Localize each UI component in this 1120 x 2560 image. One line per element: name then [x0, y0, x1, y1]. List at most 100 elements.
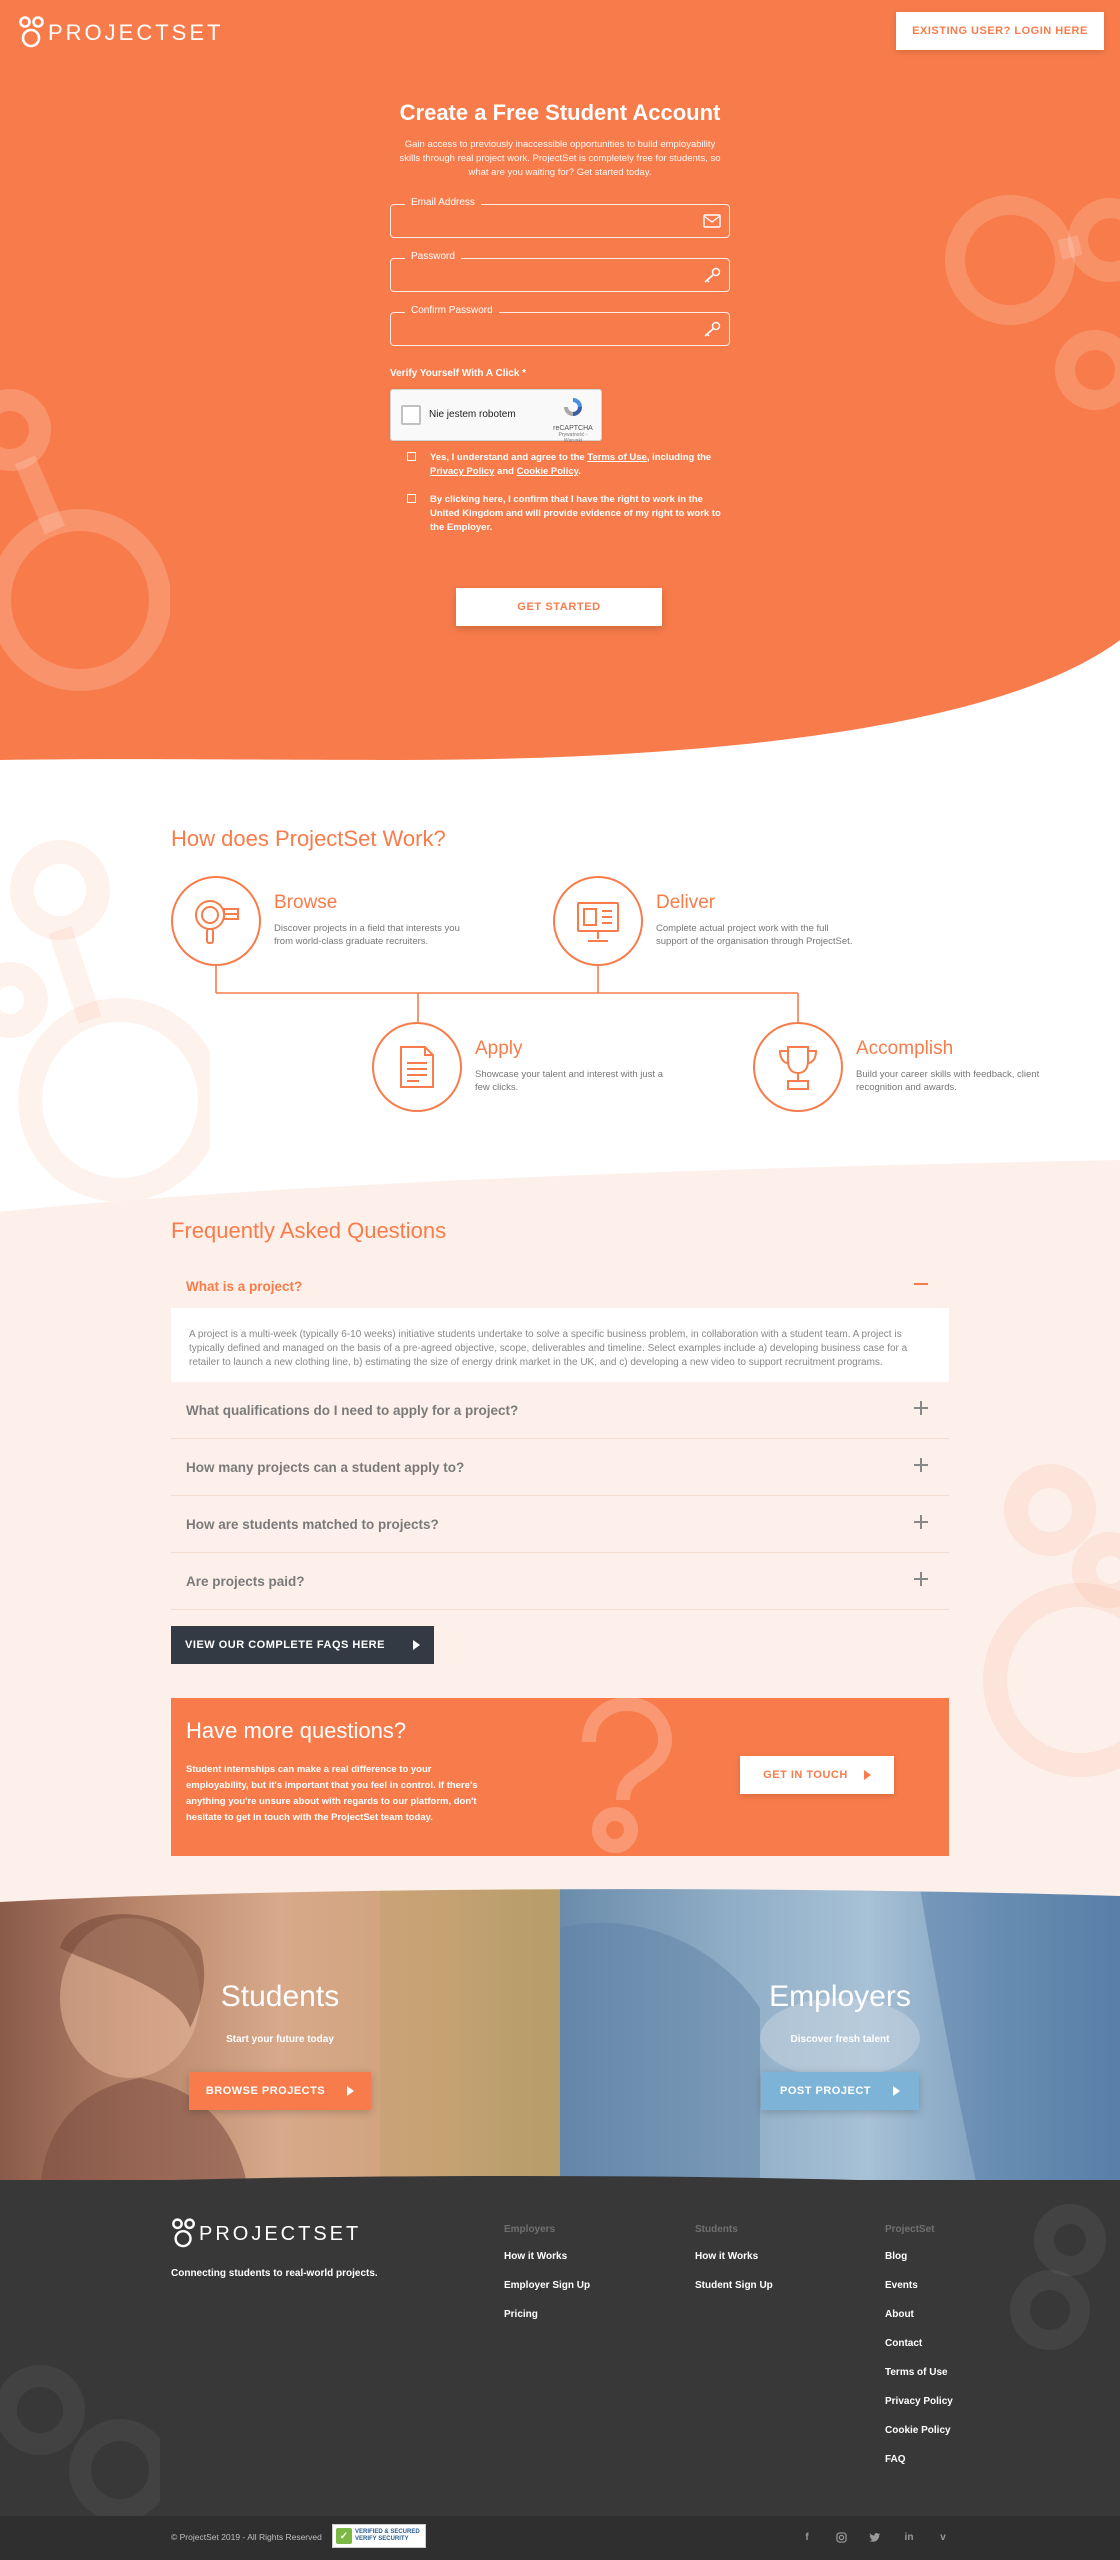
faq-item[interactable]: What is a project?	[171, 1268, 949, 1308]
terms-checkbox[interactable]	[407, 452, 416, 461]
faq-item[interactable]: How many projects can a student apply to…	[171, 1439, 949, 1496]
footer-tagline: Connecting students to real-world projec…	[171, 2268, 378, 2279]
footer-link[interactable]: Cookie Policy	[885, 2425, 953, 2454]
footer-link[interactable]: About	[885, 2309, 953, 2338]
footer-link[interactable]: Student Sign Up	[695, 2280, 773, 2309]
footer-link[interactable]: Contact	[885, 2338, 953, 2367]
minus-icon[interactable]	[911, 1274, 931, 1294]
faq-section: Frequently Asked Questions What is a pro…	[0, 1200, 1120, 1900]
linkedin-icon[interactable]: in	[902, 2530, 916, 2544]
email-label: Email Address	[405, 197, 481, 208]
plus-icon[interactable]	[911, 1455, 931, 1475]
right-to-work-checkbox[interactable]	[407, 494, 416, 503]
get-in-touch-button[interactable]: GET IN TOUCH	[740, 1756, 894, 1794]
footer-logo[interactable]: PROJECTSET	[171, 2218, 361, 2250]
footer-link[interactable]: How it Works	[695, 2251, 773, 2280]
copyright: © ProjectSet 2019 - All Rights Reserved	[171, 2532, 322, 2542]
plus-icon[interactable]	[911, 1398, 931, 1418]
faq-question[interactable]: How many projects can a student apply to…	[186, 1460, 464, 1475]
hero-section: PROJECTSET EXISTING USER? LOGIN HERE Cre…	[0, 0, 1120, 760]
twitter-icon[interactable]	[868, 2530, 882, 2544]
how-title: How does ProjectSet Work?	[171, 826, 446, 851]
privacy-policy-link[interactable]: Privacy Policy	[430, 466, 494, 477]
password-field[interactable]: Password	[390, 251, 730, 292]
email-field[interactable]: Email Address	[390, 197, 730, 238]
vimeo-icon[interactable]: v	[936, 2530, 950, 2544]
verify-label: Verify Yourself With A Click *	[390, 368, 527, 379]
recaptcha-terms[interactable]: Prywatność - Warunki	[553, 432, 593, 444]
step-circle	[553, 876, 643, 966]
footer-link[interactable]: Pricing	[504, 2309, 590, 2338]
terms-text: and	[494, 466, 517, 477]
password-label: Password	[405, 251, 461, 262]
faq-question[interactable]: How are students matched to projects?	[186, 1517, 439, 1532]
recaptcha-checkbox[interactable]	[401, 405, 421, 425]
step-circle	[372, 1022, 462, 1112]
employers-subtitle: Discover fresh talent	[790, 2034, 890, 2045]
confirm-password-label: Confirm Password	[405, 305, 499, 316]
faq-question[interactable]: What is a project?	[186, 1279, 302, 1294]
terms-text: .	[578, 466, 581, 477]
logo-text: PROJECTSET	[48, 20, 224, 45]
view-all-faqs-button[interactable]: VIEW OUR COMPLETE FAQS HERE	[171, 1626, 434, 1664]
plus-icon[interactable]	[911, 1512, 931, 1532]
bubble-decoration-footer-left	[0, 2365, 160, 2516]
students-subtitle: Start your future today	[226, 2034, 334, 2045]
students-panel: Students Start your future today BROWSE …	[0, 1888, 560, 2200]
logo-mark-icon	[19, 16, 44, 48]
recaptcha-brand: reCAPTCHA	[553, 425, 593, 432]
footer: PROJECTSET Connecting students to real-w…	[0, 2180, 1120, 2516]
footer-column-students: Students How it Works Student Sign Up	[695, 2224, 773, 2309]
footer-link[interactable]: Privacy Policy	[885, 2396, 953, 2425]
trophy-icon	[778, 1046, 818, 1090]
confirm-password-field[interactable]: Confirm Password	[390, 305, 730, 346]
facebook-icon[interactable]: f	[800, 2530, 814, 2544]
students-title: Students	[220, 1980, 340, 2013]
more-questions-title: Have more questions?	[186, 1718, 407, 1743]
footer-link[interactable]: Terms of Use	[885, 2367, 953, 2396]
bubble-decoration-footer-right	[1010, 2204, 1106, 2350]
footer-bottom-bar: © ProjectSet 2019 - All Rights Reserved …	[0, 2516, 1120, 2560]
play-icon	[892, 2086, 900, 2096]
step-deliver: Deliver Complete actual project work wit…	[553, 876, 913, 968]
plus-icon[interactable]	[911, 1569, 931, 1589]
employers-title: Employers	[769, 1980, 911, 2013]
logo[interactable]: PROJECTSET	[18, 14, 223, 52]
faq-item[interactable]: How are students matched to projects?	[171, 1496, 949, 1553]
step-apply: Apply Showcase your talent and interest …	[372, 1022, 732, 1114]
login-button[interactable]: EXISTING USER? LOGIN HERE	[896, 12, 1104, 50]
document-icon	[400, 1046, 434, 1088]
signup-form: Create a Free Student Account Gain acces…	[390, 100, 730, 535]
footer-column-projectset: ProjectSet Blog Events About Contact Ter…	[885, 2224, 953, 2483]
footer-link[interactable]: Events	[885, 2280, 953, 2309]
instagram-icon[interactable]	[834, 2530, 848, 2544]
logo-mark-icon	[172, 2218, 195, 2248]
split-wave-top	[0, 1888, 1120, 1902]
faq-item[interactable]: Are projects paid?	[171, 1553, 949, 1610]
faq-question[interactable]: Are projects paid?	[186, 1574, 305, 1589]
post-project-button[interactable]: POST PROJECT	[761, 2072, 919, 2110]
terms-of-use-link[interactable]: Terms of Use	[587, 452, 646, 463]
recaptcha-widget[interactable]: Nie jestem robotem reCAPTCHA Prywatność …	[390, 389, 602, 444]
footer-link[interactable]: FAQ	[885, 2454, 953, 2483]
faq-item[interactable]: What qualifications do I need to apply f…	[171, 1382, 949, 1439]
security-badge[interactable]: ✓ VERIFIED & SECURED VERIFY SECURITY	[332, 2524, 426, 2548]
step-accomplish: Accomplish Build your career skills with…	[753, 1022, 1113, 1114]
security-badge-sublabel: VERIFY SECURITY	[355, 2536, 409, 2542]
cookie-policy-link[interactable]: Cookie Policy	[517, 466, 579, 477]
footer-link[interactable]: Employer Sign Up	[504, 2280, 590, 2309]
footer-link[interactable]: Blog	[885, 2251, 953, 2280]
footer-link[interactable]: How it Works	[504, 2251, 590, 2280]
faq-answer: A project is a multi-week (typically 6-1…	[171, 1308, 949, 1382]
security-badge-text: VERIFIED & SECURED VERIFY SECURITY	[355, 2529, 420, 2543]
post-project-label: POST PROJECT	[780, 2085, 871, 2097]
browse-projects-button[interactable]: BROWSE PROJECTS	[189, 2072, 371, 2110]
right-to-work-text: By clicking here, I confirm that I have …	[430, 494, 721, 533]
play-icon	[412, 1640, 420, 1650]
footer-column-employers: Employers How it Works Employer Sign Up …	[504, 2224, 590, 2338]
faq-title: Frequently Asked Questions	[171, 1218, 447, 1243]
step-circle	[171, 876, 261, 966]
faq-question[interactable]: What qualifications do I need to apply f…	[186, 1403, 518, 1418]
footer-column-heading: ProjectSet	[885, 2224, 935, 2235]
employers-panel: Employers Discover fresh talent POST PRO…	[560, 1888, 1120, 2200]
